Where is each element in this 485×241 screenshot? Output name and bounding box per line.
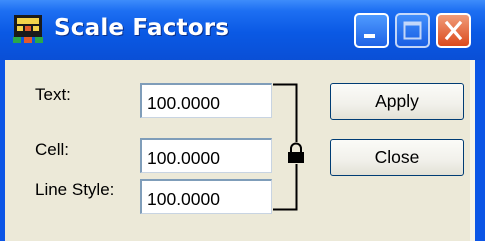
- lock-icon[interactable]: [285, 142, 307, 164]
- window-title: Scale Factors: [54, 15, 230, 41]
- maximize-icon: [403, 21, 422, 40]
- text-scale-label: Text:: [35, 85, 71, 104]
- close-icon: [444, 20, 463, 41]
- scale-factors-app-icon: [13, 15, 43, 43]
- minimize-icon: [364, 34, 375, 38]
- dialog-body: Text: Cell: Line Style: Apply Close: [5, 60, 475, 241]
- title-bar[interactable]: Scale Factors: [0, 0, 485, 60]
- cell-scale-input[interactable]: [140, 138, 272, 173]
- cell-scale-label: Cell:: [35, 140, 70, 159]
- close-window-button[interactable]: [436, 13, 471, 48]
- line-style-scale-input[interactable]: [140, 179, 272, 214]
- apply-button[interactable]: Apply: [330, 83, 464, 120]
- close-button[interactable]: Close: [330, 139, 464, 176]
- maximize-button[interactable]: [395, 13, 430, 48]
- text-scale-input[interactable]: [140, 83, 272, 118]
- line-style-scale-label: Line Style:: [35, 180, 115, 199]
- minimize-button[interactable]: [354, 13, 389, 48]
